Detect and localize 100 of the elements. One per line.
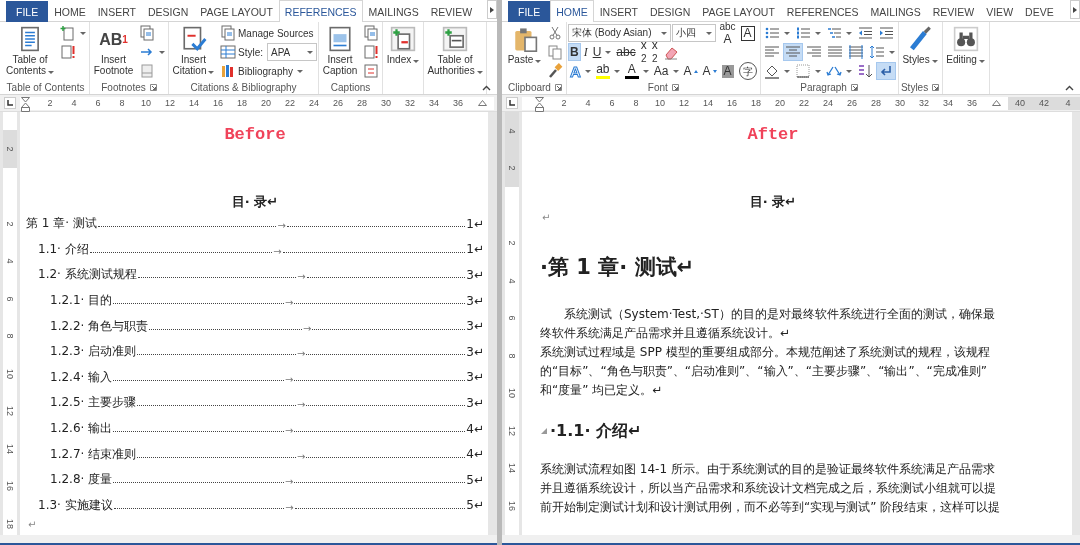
underline-button[interactable]: U <box>590 43 614 61</box>
indent-marker-icon[interactable] <box>21 96 30 112</box>
character-border-button[interactable]: A <box>738 24 757 42</box>
tab-selector[interactable] <box>506 97 518 109</box>
tab-mark: → <box>285 373 294 385</box>
color-button[interactable]: A <box>622 62 651 80</box>
ribbon-button[interactable]: Table of Authorities <box>425 24 485 78</box>
ruler-number: 24 <box>308 98 320 108</box>
tab-mark: → <box>297 399 306 411</box>
collapse-triangle-icon[interactable] <box>540 427 548 435</box>
toc-entry[interactable]: 1.1· 介绍 <box>38 240 89 258</box>
ribbon-tab[interactable]: DESIGN <box>142 1 195 22</box>
ribbon-tab[interactable]: MAILINGS <box>362 1 425 22</box>
toc-entry[interactable]: 1.2.1· 目的 <box>50 292 113 310</box>
paint-bucket-icon <box>763 63 780 79</box>
ruler-number: 14 <box>5 443 15 454</box>
toc-entry[interactable]: 第 1 章· 测试 <box>26 215 97 233</box>
ribbon-tab[interactable]: REVIEW <box>926 1 981 22</box>
toc-entry[interactable]: 1.3· 实施建议 <box>38 496 113 514</box>
ribbon-tab[interactable]: HOME <box>48 1 92 22</box>
ribbon-button[interactable]: Style: <box>218 43 265 61</box>
dialog-launcher-icon[interactable] <box>850 84 858 91</box>
ruler-number: 14 <box>507 463 517 474</box>
ribbon-button[interactable]: Editing <box>943 24 988 67</box>
document-plus-icon <box>60 25 76 41</box>
dialog-launcher-icon[interactable] <box>932 84 940 91</box>
color-button[interactable]: ab <box>593 62 622 80</box>
ribbon-button[interactable]: Styles <box>899 24 941 67</box>
shrink-font-button[interactable]: A <box>700 62 719 80</box>
tab-scroll-button[interactable] <box>1070 0 1080 19</box>
ribbon-button[interactable]: Manage Sources <box>218 24 316 42</box>
ribbon-tab[interactable]: HOME <box>550 0 594 22</box>
ribbon-tab[interactable]: INSERT <box>593 1 644 22</box>
ribbon-button[interactable]: Insert Citation <box>170 24 217 78</box>
dialog-launcher-icon[interactable] <box>554 84 562 91</box>
ribbon-button[interactable]: Bibliography <box>218 62 306 80</box>
ribbon-tab[interactable]: DESIGN <box>644 1 697 22</box>
format-button[interactable]: Aa <box>651 62 681 80</box>
document-plus-button[interactable] <box>58 24 88 42</box>
page-number: 4↵ <box>466 447 484 462</box>
ribbon-tab[interactable]: REFERENCES <box>780 1 865 22</box>
ruler-number: 28 <box>356 98 368 108</box>
file-tab[interactable]: FILE <box>508 1 551 22</box>
ribbon-tab[interactable]: REVIEW <box>424 1 479 22</box>
justify-icon <box>826 44 843 60</box>
toc-entry[interactable]: 1.2· 系统测试规程 <box>38 266 137 284</box>
ribbon-tab[interactable]: PAGE LAYOUT <box>194 1 279 22</box>
cross-reference-button[interactable] <box>361 62 381 80</box>
ribbon-button[interactable]: Index <box>384 24 422 67</box>
toc-entry[interactable]: 1.2.2· 角色与职责 <box>50 317 149 335</box>
toc-entry[interactable]: 1.2.7· 结束准则 <box>50 445 137 463</box>
tab-mark: → <box>285 297 294 309</box>
documents-button[interactable] <box>361 24 381 42</box>
ribbon-button[interactable]: Paste <box>505 24 544 67</box>
page-number: 3↵ <box>466 370 484 385</box>
toc-entry[interactable]: 1.2.8· 度量 <box>50 471 113 489</box>
tab-scroll-button[interactable] <box>487 0 497 19</box>
ribbon-tab[interactable]: VIEW <box>980 1 1020 22</box>
ruler-number: 14 <box>188 98 200 108</box>
indent-marker-icon[interactable] <box>535 96 544 112</box>
character-shading-button[interactable]: A <box>719 62 736 80</box>
ribbon-button[interactable]: Insert Caption <box>320 24 360 78</box>
italic-button[interactable]: I <box>581 43 590 61</box>
ribbon-tab[interactable]: DEVE <box>1019 1 1060 22</box>
dialog-launcher-icon[interactable] <box>671 84 679 91</box>
ruler-number: 10 <box>140 98 152 108</box>
ribbon-tab[interactable]: REFERENCES <box>278 0 363 22</box>
align-center-icon <box>784 44 801 60</box>
grow-font-button[interactable]: A <box>681 62 700 80</box>
bold-button[interactable]: B <box>568 43 581 61</box>
ruler-number: 18 <box>750 98 762 108</box>
group-label: Styles <box>900 82 929 93</box>
tab-selector[interactable] <box>4 97 16 109</box>
ruler-number: 34 <box>942 98 954 108</box>
dropdown-field[interactable]: 小四 <box>672 24 717 42</box>
return-arrow-button[interactable] <box>875 62 896 80</box>
ruler-number: 14 <box>702 98 714 108</box>
ribbon-tab[interactable]: MAILINGS <box>864 1 927 22</box>
books-icon <box>220 63 236 79</box>
file-tab[interactable]: FILE <box>6 1 49 22</box>
toc-entry[interactable]: 1.2.4· 输入 <box>50 368 113 386</box>
tab-mark: → <box>285 476 294 488</box>
ribbon-tab[interactable]: PAGE LAYOUT <box>696 1 781 22</box>
strikethrough-button[interactable]: abc <box>614 43 638 61</box>
toc-entry[interactable]: 1.2.6· 输出 <box>50 420 113 438</box>
dropdown-field[interactable]: APA <box>267 43 317 61</box>
collapse-ribbon-icon[interactable] <box>1065 85 1074 91</box>
right-indent-marker-icon[interactable] <box>477 100 487 106</box>
multilevel-list-icon <box>825 25 842 41</box>
tab-stop-icon <box>509 100 515 106</box>
toc-entry[interactable]: 1.2.5· 主要步骤 <box>50 394 137 412</box>
ribbon-button[interactable]: Table of Contents <box>3 24 57 78</box>
dialog-launcher-icon[interactable] <box>149 84 157 91</box>
toc-entry[interactable]: 1.2.3· 启动准则 <box>50 343 137 361</box>
document-alert-button[interactable] <box>361 43 381 61</box>
ribbon-tab[interactable]: INSERT <box>91 1 142 22</box>
right-indent-marker-icon[interactable] <box>991 100 1001 106</box>
dropdown-field[interactable]: 宋体 (Body Asian) <box>568 24 672 42</box>
ruler-number: 10 <box>5 368 15 379</box>
collapse-ribbon-icon[interactable] <box>482 85 491 91</box>
